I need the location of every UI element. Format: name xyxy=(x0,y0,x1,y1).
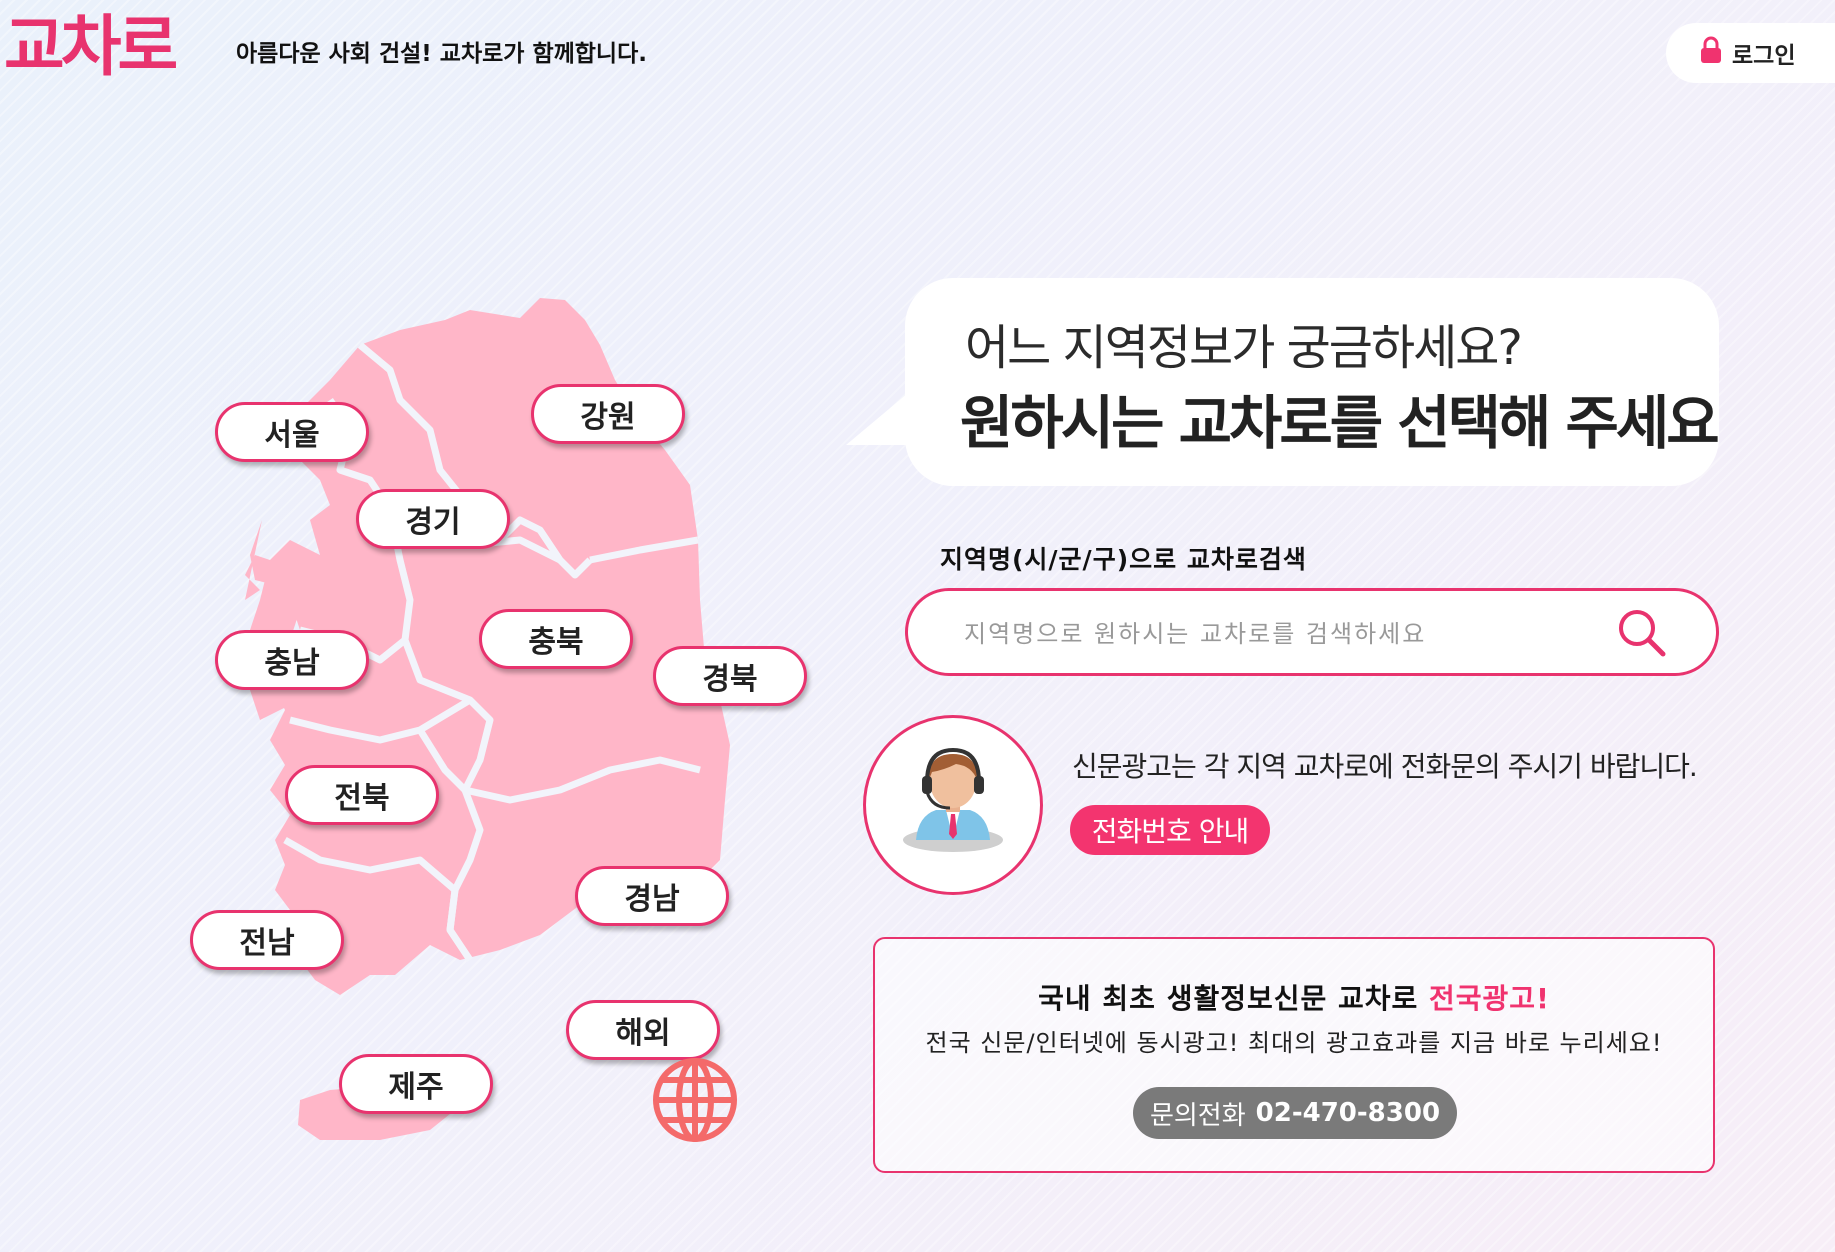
search-box xyxy=(905,588,1719,676)
region-gyeonggi[interactable]: 경기 xyxy=(356,489,510,549)
call-number: 02-470-8300 xyxy=(1255,1098,1441,1128)
region-jeonbuk[interactable]: 전북 xyxy=(285,765,439,825)
search-icon[interactable] xyxy=(1616,607,1668,659)
region-seoul[interactable]: 서울 xyxy=(215,402,369,462)
call-label: 문의전화 xyxy=(1149,1100,1246,1131)
region-jeonnam[interactable]: 전남 xyxy=(190,910,344,970)
region-chungbuk[interactable]: 충북 xyxy=(479,609,633,669)
ad-title: 국내 최초 생활정보신문 교차로 전국광고! xyxy=(875,977,1713,1017)
ad-subtitle: 전국 신문/인터넷에 동시광고! 최대의 광고효과를 지금 바로 누리세요! xyxy=(925,1029,1663,1057)
bubble-instruction: 원하시는 교차로를 선택해 주세요 xyxy=(960,389,1720,457)
login-label: 로그인 xyxy=(1732,43,1796,69)
globe-icon xyxy=(653,1058,737,1142)
search-label: 지역명(시/군/구)으로 교차로검색 xyxy=(940,545,1307,574)
region-jeju[interactable]: 제주 xyxy=(339,1054,493,1114)
phone-directory-button[interactable]: 전화번호 안내 xyxy=(1070,805,1270,855)
region-chungnam[interactable]: 충남 xyxy=(215,630,369,690)
search-input[interactable] xyxy=(962,613,1606,655)
support-text: 신문광고는 각 지역 교차로에 전화문의 주시기 바랍니다. xyxy=(1072,750,1698,783)
bubble-question: 어느 지역정보가 궁금하세요? xyxy=(965,320,1523,376)
region-gyeongbuk[interactable]: 경북 xyxy=(653,646,807,706)
headset-agent-icon xyxy=(903,747,1003,852)
call-button[interactable]: 문의전화 02-470-8300 xyxy=(1133,1087,1457,1139)
speech-bubble: 어느 지역정보가 궁금하세요? 원하시는 교차로를 선택해 주세요 xyxy=(905,278,1720,486)
ad-title-main: 국내 최초 생활정보신문 교차로 xyxy=(1038,982,1430,1015)
ad-box: 국내 최초 생활정보신문 교차로 전국광고! 전국 신문/인터넷에 동시광고! … xyxy=(873,937,1715,1173)
agent-avatar xyxy=(863,715,1043,895)
lock-icon xyxy=(1700,36,1722,70)
ad-title-highlight: 전국광고! xyxy=(1429,982,1550,1015)
region-overseas[interactable]: 해외 xyxy=(566,1000,720,1060)
region-gyeongnam[interactable]: 경남 xyxy=(575,866,729,926)
region-gangwon[interactable]: 강원 xyxy=(531,384,685,444)
login-button[interactable]: 로그인 xyxy=(1666,23,1835,83)
